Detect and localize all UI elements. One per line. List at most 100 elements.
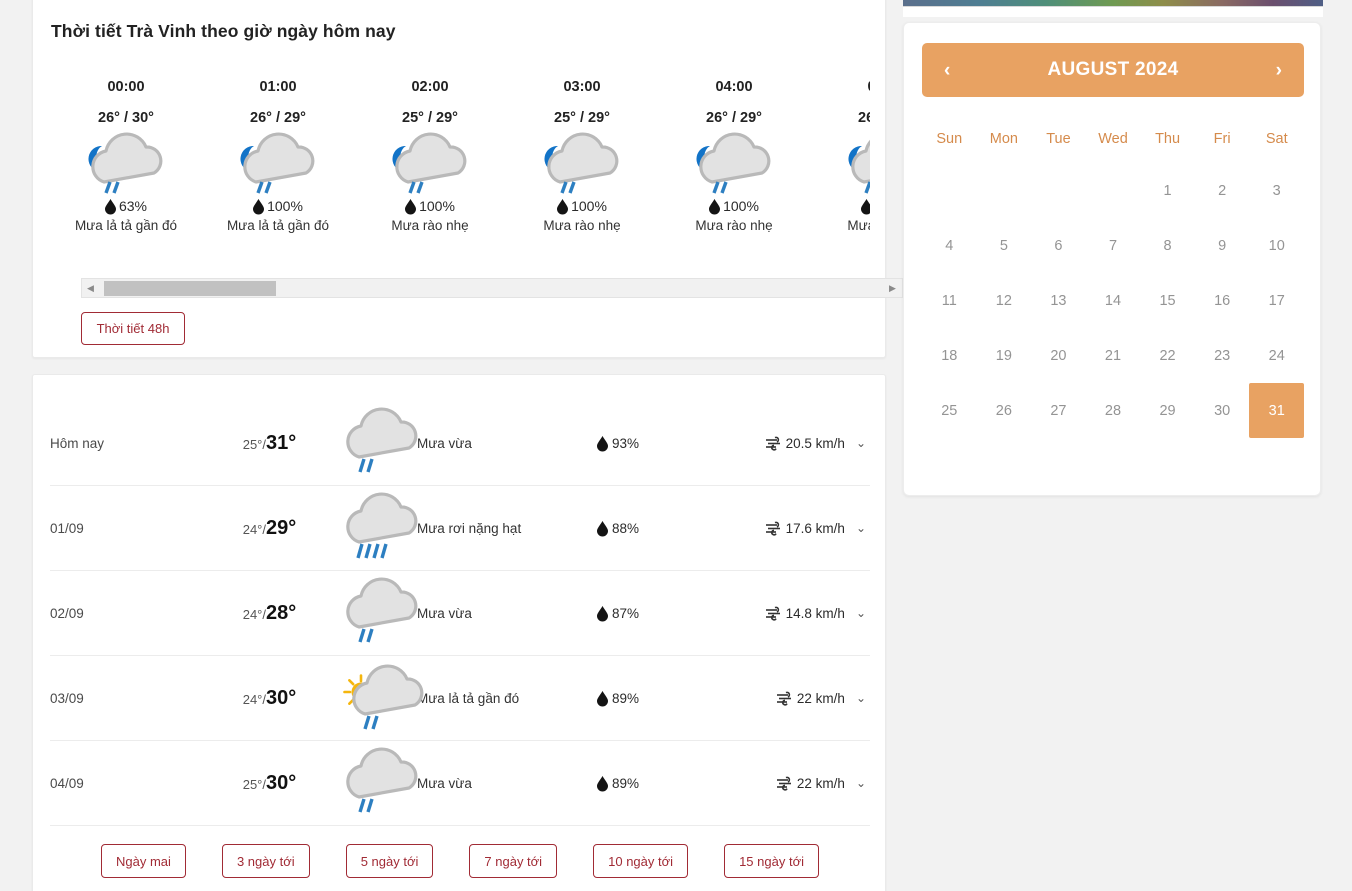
hourly-cell: 02:00 25° / 29° 100% Mưa rào nhẹ	[354, 77, 506, 233]
top-gradient-strip	[903, 0, 1323, 7]
calendar-day-cell[interactable]: 16	[1195, 273, 1250, 328]
forecast-range-buttons: Ngày mai 3 ngày tới 5 ngày tới 7 ngày tới 10…	[50, 841, 870, 881]
daily-wind-speed: 14.8 km/h	[785, 605, 845, 621]
calendar-day-cell[interactable]: 25	[922, 383, 977, 438]
table-row[interactable]: 01/09 24°/29° Mưa rơi nặng hạt 88% 17.6 …	[50, 486, 870, 571]
weather-page: Thời tiết Trà Vinh theo giờ ngày hôm nay…	[0, 0, 1352, 891]
chevron-down-icon[interactable]: ⌄	[856, 691, 866, 705]
daily-wind-speed: 22 km/h	[796, 775, 845, 791]
hourly-weather-icon	[50, 132, 202, 194]
calendar-day-cell[interactable]: 24	[1249, 328, 1304, 383]
humidity-droplet-icon	[405, 198, 417, 214]
calendar-day-cell[interactable]: 19	[977, 328, 1032, 383]
calendar-day-cell[interactable]: 29	[1140, 383, 1195, 438]
calendar-day-cell[interactable]: 22	[1140, 328, 1195, 383]
daily-humidity: 93%	[597, 435, 717, 451]
daily-wind[interactable]: 22 km/h ⌄	[717, 691, 870, 706]
calendar-day-cell[interactable]: 3	[1249, 163, 1304, 218]
calendar-empty-cell	[1086, 163, 1141, 218]
table-row[interactable]: 02/09 24°/28° Mưa vừa 87% 14.8 km/h ⌄	[50, 571, 870, 656]
calendar-day-cell[interactable]: 4	[922, 218, 977, 273]
calendar-day-cell[interactable]: 13	[1031, 273, 1086, 328]
daily-description: Mưa lả tả gần đó	[417, 690, 520, 706]
calendar-day-cell[interactable]: 1	[1140, 163, 1195, 218]
humidity-droplet-icon	[709, 198, 721, 214]
calendar-day-cell[interactable]: 20	[1031, 328, 1086, 383]
hourly-temperature: 25° / 29°	[402, 110, 458, 126]
chevron-down-icon[interactable]: ⌄	[856, 776, 866, 790]
daily-temperature: 25°/30°	[242, 771, 297, 794]
moon-cloud-rain-light-icon	[532, 132, 632, 194]
forecast-range-button[interactable]: 10 ngày tới	[593, 844, 689, 878]
daily-wind-speed: 22 km/h	[796, 690, 845, 706]
table-row[interactable]: Hôm nay 25°/31° Mưa vừa 93% 20.5 km/h ⌄	[50, 401, 870, 486]
forecast-range-button[interactable]: 7 ngày tới	[469, 844, 558, 878]
chevron-down-icon[interactable]: ⌄	[856, 606, 866, 620]
scroll-left-arrow-icon[interactable]: ◀	[82, 279, 99, 297]
scrollbar-thumb[interactable]	[104, 281, 276, 296]
table-row[interactable]: 03/09 24°/30° Mưa lả tả gần đó 89% 22 km…	[50, 656, 870, 741]
calendar-day-cell[interactable]: 9	[1195, 218, 1250, 273]
chevron-down-icon[interactable]: ⌄	[856, 521, 866, 535]
calendar-day-cell[interactable]: 5	[977, 218, 1032, 273]
humidity-droplet-icon	[253, 198, 265, 214]
calendar-day-cell[interactable]: 27	[1031, 383, 1086, 438]
hourly-description: Mưa rào nhẹ	[847, 218, 870, 233]
hourly-humidity: 100%	[354, 198, 506, 214]
daily-wind[interactable]: 14.8 km/h ⌄	[717, 606, 870, 621]
daily-wind[interactable]: 17.6 km/h ⌄	[717, 521, 870, 536]
calendar-day-cell[interactable]: 12	[977, 273, 1032, 328]
forecast-range-button[interactable]: Ngày mai	[101, 844, 186, 878]
daily-wind-speed: 17.6 km/h	[785, 520, 845, 536]
daily-wind[interactable]: 22 km/h ⌄	[717, 776, 870, 791]
calendar-prev-month-button[interactable]: ‹	[944, 61, 950, 80]
moon-cloud-rain-light-icon	[76, 132, 176, 194]
chevron-down-icon[interactable]: ⌄	[856, 436, 866, 450]
forecast-range-button[interactable]: 5 ngày tới	[345, 844, 434, 878]
daily-forecast-card: Hôm nay 25°/31° Mưa vừa 93% 20.5 km/h ⌄ …	[32, 374, 886, 891]
calendar-day-cell[interactable]: 7	[1086, 218, 1141, 273]
calendar-day-cell[interactable]: 17	[1249, 273, 1304, 328]
calendar-weekday-label: Wed	[1098, 131, 1128, 147]
calendar-selected-day[interactable]: 31	[1249, 383, 1304, 438]
hourly-humidity: 100%	[202, 198, 354, 214]
calendar-next-month-button[interactable]: ›	[1276, 61, 1282, 80]
calendar-header: ‹ AUGUST 2024 ›	[922, 43, 1304, 97]
hourly-cell: 03:00 25° / 29° 100% Mưa rào nhẹ	[506, 77, 658, 233]
hourly-weather-icon	[658, 132, 810, 194]
calendar-weekday-label: Tue	[1046, 131, 1071, 147]
daily-wind[interactable]: 20.5 km/h ⌄	[717, 436, 870, 451]
forecast-range-button[interactable]: 3 ngày tới	[221, 844, 310, 878]
calendar-day-cell[interactable]: 23	[1195, 328, 1250, 383]
scroll-right-arrow-icon[interactable]: ▶	[884, 279, 901, 297]
daily-description: Mưa vừa	[417, 775, 472, 791]
calendar-day-cell[interactable]: 21	[1086, 328, 1141, 383]
calendar-day-cell[interactable]: 28	[1086, 383, 1141, 438]
calendar-day-cell[interactable]: 10	[1249, 218, 1304, 273]
calendar-day-cell[interactable]: 11	[922, 273, 977, 328]
forecast-range-button[interactable]: 15 ngày tới	[724, 844, 819, 878]
calendar-day-cell[interactable]: 14	[1086, 273, 1141, 328]
humidity-droplet-icon	[597, 775, 608, 791]
hourly-scrollbar[interactable]: ◀ ▶	[81, 278, 903, 298]
hourly-cell: 00:00 26° / 30° 63% Mưa lả tả gần đó	[50, 77, 202, 233]
humidity-droplet-icon	[597, 690, 608, 706]
hourly-temperature: 26° / 29°	[858, 110, 870, 126]
daily-day-label: 03/09	[50, 690, 84, 706]
daily-humidity: 87%	[597, 605, 717, 621]
hourly-description: Mưa rào nhẹ	[695, 218, 773, 233]
calendar-day-cell[interactable]: 26	[977, 383, 1032, 438]
calendar-day-cell[interactable]: 18	[922, 328, 977, 383]
calendar-day-cell[interactable]: 15	[1140, 273, 1195, 328]
calendar-day-cell[interactable]: 6	[1031, 218, 1086, 273]
hourly-time: 03:00	[563, 79, 601, 95]
calendar-day-cell[interactable]: 30	[1195, 383, 1250, 438]
hourly-scroll-viewport[interactable]: 00:00 26° / 30° 63% Mưa lả tả gần đó 01:0…	[50, 77, 870, 259]
forecast-48h-button[interactable]: Thời tiết 48h	[81, 312, 185, 345]
calendar-day-cell[interactable]: 2	[1195, 163, 1250, 218]
moon-cloud-rain-light-icon	[684, 132, 784, 194]
wind-icon	[765, 436, 781, 451]
hourly-humidity: 100%	[506, 198, 658, 214]
table-row[interactable]: 04/09 25°/30° Mưa vừa 89% 22 km/h ⌄	[50, 741, 870, 826]
calendar-day-cell[interactable]: 8	[1140, 218, 1195, 273]
